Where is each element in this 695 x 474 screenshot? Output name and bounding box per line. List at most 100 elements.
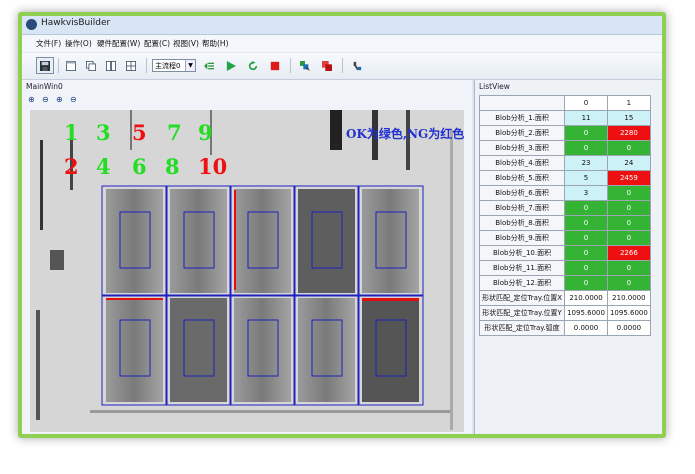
menu-help[interactable]: 帮助(H)	[202, 38, 229, 49]
label-9: 9	[198, 120, 213, 145]
row-label: Blob分析_3.面积	[478, 140, 566, 156]
table-cell[interactable]: 23	[564, 155, 608, 171]
table-cell[interactable]: 5	[564, 170, 608, 186]
row-label: Blob分析_10.面积	[478, 245, 566, 261]
column-header[interactable]: 1	[606, 95, 651, 111]
table-cell[interactable]: 1095.6000	[606, 305, 651, 321]
table-cell[interactable]: 0	[564, 200, 608, 216]
table-cell[interactable]: 15	[606, 110, 651, 126]
table-row[interactable]: Blob分析_8.面积 0 0	[478, 215, 651, 231]
chevron-down-icon[interactable]: ▼	[185, 60, 195, 71]
table-cell[interactable]: 0	[606, 275, 651, 291]
list-view-panel: ListView 0 1 Blob分析_1.面积 11 15 Blob分析_2.面积 0 22…	[474, 80, 662, 434]
table-cell[interactable]: 0	[564, 275, 608, 291]
menu-hardware[interactable]: 硬件配置(W)	[97, 38, 140, 49]
table-cell[interactable]: 0	[564, 125, 608, 141]
run-button[interactable]	[222, 57, 240, 74]
table-row[interactable]: Blob分析_11.面积 0 0	[478, 260, 651, 276]
table-cell[interactable]: 2459	[606, 170, 651, 186]
tray-row-top	[101, 185, 424, 297]
table-row[interactable]: 形状匹配_定位Tray.位置X 210.0000 210.0000	[478, 290, 651, 306]
table-cell[interactable]: 0.0000	[564, 320, 608, 336]
label-10: 10	[198, 154, 227, 179]
layout-single-button[interactable]	[62, 57, 80, 74]
row-label: Blob分析_2.面积	[478, 125, 566, 141]
list-view-title: ListView	[479, 82, 510, 91]
table-row[interactable]: Blob分析_10.面积 0 2266	[478, 245, 651, 261]
column-header[interactable]	[478, 95, 566, 111]
camera-image: 1 3 5 7 9 2 4 6 8 10 OK为绿色,NG为红色	[30, 110, 464, 432]
settings-button[interactable]	[348, 57, 366, 74]
row-label: Blob分析_12.面积	[478, 275, 566, 291]
table-cell[interactable]: 0	[564, 260, 608, 276]
row-label: 形状匹配_定位Tray.弧度	[478, 320, 566, 336]
label-8: 8	[165, 154, 180, 179]
refresh-icon	[248, 61, 258, 71]
row-label: Blob分析_11.面积	[478, 260, 566, 276]
table-row[interactable]: Blob分析_7.面积 0 0	[478, 200, 651, 216]
table-cell[interactable]: 0	[564, 230, 608, 246]
table-row[interactable]: Blob分析_12.面积 0 0	[478, 275, 651, 291]
table-cell[interactable]: 210.0000	[564, 290, 608, 306]
loop-button[interactable]	[244, 57, 262, 74]
legend-note: OK为绿色,NG为红色	[346, 126, 464, 141]
menu-file[interactable]: 文件(F)	[36, 38, 61, 49]
label-1: 1	[64, 120, 79, 145]
table-cell[interactable]: 0	[564, 215, 608, 231]
step-list-button[interactable]	[200, 57, 218, 74]
menu-operate[interactable]: 操作(O)	[65, 38, 92, 49]
save-button[interactable]	[36, 57, 54, 74]
image-view[interactable]: 1 3 5 7 9 2 4 6 8 10 OK为绿色,NG为红色	[30, 110, 464, 432]
table-row[interactable]: Blob分析_5.面积 5 2459	[478, 170, 651, 186]
title-bar: HawkvisBuilder	[22, 16, 662, 35]
row-label: 形状匹配_定位Tray.位置Y	[478, 305, 566, 321]
table-cell[interactable]: 2280	[606, 125, 651, 141]
layout-grid-button[interactable]	[122, 57, 140, 74]
table-cell[interactable]: 0	[606, 230, 651, 246]
main-window-title: MainWin0	[26, 82, 63, 91]
table-row[interactable]: 形状匹配_定位Tray.弧度 0.0000 0.0000	[478, 320, 651, 336]
table-cell[interactable]: 0	[564, 140, 608, 156]
table-row[interactable]: Blob分析_6.面积 3 0	[478, 185, 651, 201]
tools-button[interactable]	[296, 57, 314, 74]
zoom-out-icon[interactable]: ⊖	[42, 95, 52, 105]
table-cell[interactable]: 0.0000	[606, 320, 651, 336]
row-label: Blob分析_1.面积	[478, 110, 566, 126]
menu-config[interactable]: 配置(C)	[144, 38, 170, 49]
table-row[interactable]: 形状匹配_定位Tray.位置Y 1095.6000 1095.6000	[478, 305, 651, 321]
tray-row-bottom	[101, 294, 424, 406]
table-cell[interactable]: 24	[606, 155, 651, 171]
zoom-in-icon[interactable]: ⊕	[28, 95, 38, 105]
table-cell[interactable]: 0	[606, 185, 651, 201]
table-cell[interactable]: 0	[606, 215, 651, 231]
column-header[interactable]: 0	[564, 95, 608, 111]
layout-tile-button[interactable]	[102, 57, 120, 74]
zoom-fit-icon[interactable]: ⊕	[56, 95, 66, 105]
table-cell[interactable]: 1095.6000	[564, 305, 608, 321]
menu-bar: 文件(F) 操作(O) 硬件配置(W) 配置(C) 视图(V) 帮助(H)	[22, 35, 662, 52]
flow-select[interactable]: 主流程0 ▼	[152, 59, 196, 72]
flow-select-value: 主流程0	[155, 62, 181, 70]
table-cell[interactable]: 0	[564, 245, 608, 261]
table-cell[interactable]: 210.0000	[606, 290, 651, 306]
table-cell[interactable]: 11	[564, 110, 608, 126]
table-cell[interactable]: 0	[606, 140, 651, 156]
layout-cascade-button[interactable]	[82, 57, 100, 74]
table-cell[interactable]: 3	[564, 185, 608, 201]
table-cell[interactable]: 2266	[606, 245, 651, 261]
zoom-reset-icon[interactable]: ⊖	[70, 95, 80, 105]
row-label: 形状匹配_定位Tray.位置X	[478, 290, 566, 306]
menu-view[interactable]: 视图(V)	[173, 38, 199, 49]
table-row[interactable]: Blob分析_9.面积 0 0	[478, 230, 651, 246]
table-row[interactable]: Blob分析_4.面积 23 24	[478, 155, 651, 171]
table-row[interactable]: Blob分析_2.面积 0 2280	[478, 125, 651, 141]
row-label: Blob分析_9.面积	[478, 230, 566, 246]
table-row[interactable]: Blob分析_1.面积 11 15	[478, 110, 651, 126]
stop-button[interactable]	[266, 57, 284, 74]
table-row[interactable]: Blob分析_3.面积 0 0	[478, 140, 651, 156]
layers-button[interactable]	[318, 57, 336, 74]
play-icon	[226, 61, 236, 71]
table-cell[interactable]: 0	[606, 200, 651, 216]
table-cell[interactable]: 0	[606, 260, 651, 276]
label-4: 4	[96, 154, 111, 179]
